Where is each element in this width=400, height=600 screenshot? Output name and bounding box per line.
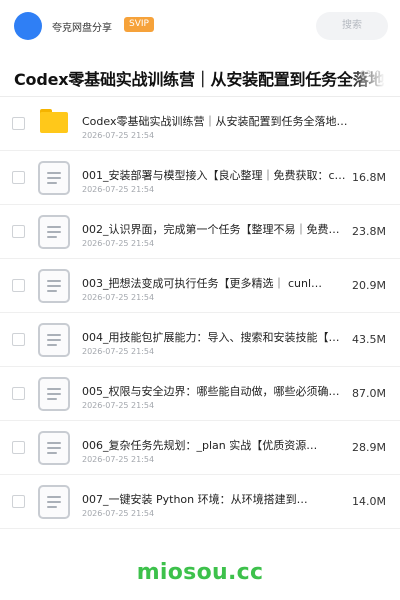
row-checkbox[interactable] [12,225,25,238]
file-list: Codex零基础实战训练营｜从安装配置到任务全落地… 2026-07-25 21:… [0,97,400,529]
file-row[interactable]: 003_把想法变成可执行任务【更多精选｜ cunl… 2026-07-25 21:… [0,259,400,313]
search-input[interactable]: 搜索 [316,12,388,40]
file-row[interactable]: 007_一键安装 Python 环境：从环境搭建到… 2026-07-25 21:… [0,475,400,529]
file-name[interactable]: 003_把想法变成可执行任务【更多精选｜ cunl… [82,275,350,291]
row-checkbox[interactable] [12,117,25,130]
file-name[interactable]: 007_一键安装 Python 环境：从环境搭建到… [82,491,350,507]
document-icon [38,377,70,411]
file-name[interactable]: 004_用技能包扩展能力：导入、搜索和安装技能【不… [82,329,350,345]
row-checkbox[interactable] [12,495,25,508]
row-checkbox[interactable] [12,441,25,454]
document-icon [38,215,70,249]
file-row[interactable]: 004_用技能包扩展能力：导入、搜索和安装技能【不… 2026-07-25 21:… [0,313,400,367]
file-row[interactable]: 006_复杂任务先规划：_plan 实战【优质资源… 2026-07-25 21:… [0,421,400,475]
file-size: 20.9M [352,279,386,292]
file-date: 2026-07-25 21:54 [82,455,155,464]
header: 夸克网盘分享 SVIP 搜索 [0,0,400,52]
file-row[interactable]: 001_安装部署与模型接入【良心整理｜免费获取：cunl… 2026-07-25 … [0,151,400,205]
row-checkbox[interactable] [12,279,25,292]
document-icon [38,161,70,195]
share-owner-name: 夸克网盘分享 [52,23,112,34]
file-date: 2026-07-25 21:54 [82,293,155,302]
row-checkbox[interactable] [12,333,25,346]
svip-badge: SVIP [124,17,154,32]
file-row[interactable]: 002_认识界面，完成第一个任务【整理不易｜免费奉送：… 2026-07-25 2… [0,205,400,259]
file-size: 23.8M [352,225,386,238]
row-checkbox[interactable] [12,171,25,184]
document-icon [38,431,70,465]
document-icon [38,269,70,303]
file-name[interactable]: Codex零基础实战训练营｜从安装配置到任务全落地… [82,113,350,129]
file-row[interactable]: 005_权限与安全边界：哪些能自动做，哪些必须确认… 2026-07-25 21:… [0,367,400,421]
file-size: 16.8M [352,171,386,184]
file-date: 2026-07-25 21:54 [82,185,155,194]
file-name[interactable]: 006_复杂任务先规划：_plan 实战【优质资源… [82,437,350,453]
file-name[interactable]: 005_权限与安全边界：哪些能自动做，哪些必须确认… [82,383,350,399]
file-date: 2026-07-25 21:54 [82,401,155,410]
page-title: Codex零基础实战训练营｜从安装配置到任务全落地，办公 [14,70,400,89]
file-size: 28.9M [352,441,386,454]
folder-row[interactable]: Codex零基础实战训练营｜从安装配置到任务全落地… 2026-07-25 21:… [0,97,400,151]
file-date: 2026-07-25 21:54 [82,347,155,356]
file-size: 14.0M [352,495,386,508]
file-name[interactable]: 002_认识界面，完成第一个任务【整理不易｜免费奉送：… [82,221,350,237]
file-date: 2026-07-25 21:54 [82,509,155,518]
file-name[interactable]: 001_安装部署与模型接入【良心整理｜免费获取：cunl… [82,167,350,183]
share-title-bar: Codex零基础实战训练营｜从安装配置到任务全落地，办公 03-0 [0,56,400,96]
title-overflow-text: 03-0 [360,70,381,80]
document-icon [38,485,70,519]
file-date: 2026-07-25 21:54 [82,239,155,248]
folder-icon [40,109,68,133]
file-date: 2026-07-25 21:54 [82,131,155,140]
file-size: 43.5M [352,333,386,346]
avatar[interactable] [14,12,42,40]
row-checkbox[interactable] [12,387,25,400]
watermark: miosou.cc [136,560,264,585]
document-icon [38,323,70,357]
file-size: 87.0M [352,387,386,400]
